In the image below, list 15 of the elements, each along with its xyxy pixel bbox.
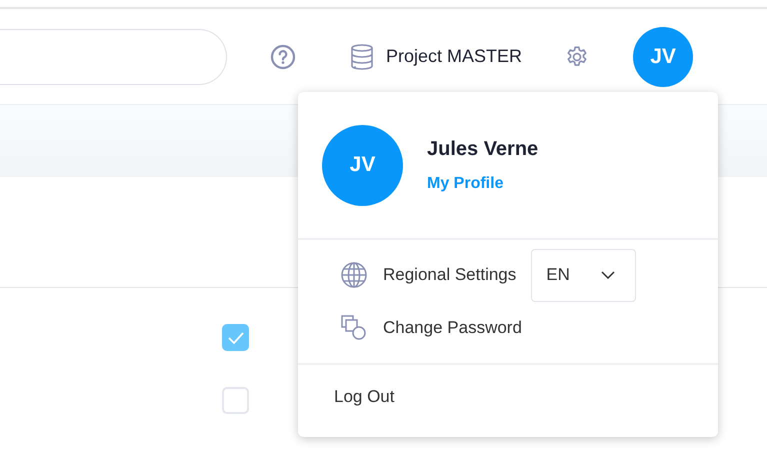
shapes-icon: [340, 314, 368, 342]
help-icon[interactable]: [270, 44, 296, 70]
language-select[interactable]: EN: [531, 248, 636, 302]
project-name[interactable]: Project MASTER: [386, 46, 522, 67]
row-checkbox[interactable]: [222, 324, 249, 351]
chevron-down-icon: [601, 271, 616, 279]
menu-item[interactable]: Change Password: [383, 318, 522, 338]
search-field[interactable]: [0, 28, 227, 84]
database-icon: [350, 44, 374, 70]
user-name: Jules Verne: [427, 138, 538, 160]
log-out-link[interactable]: Log Out: [334, 387, 394, 406]
check-icon: [226, 330, 244, 344]
menu-item[interactable]: Regional Settings: [383, 265, 516, 285]
globe-icon: [340, 261, 368, 289]
user-avatar: JV: [322, 124, 403, 206]
